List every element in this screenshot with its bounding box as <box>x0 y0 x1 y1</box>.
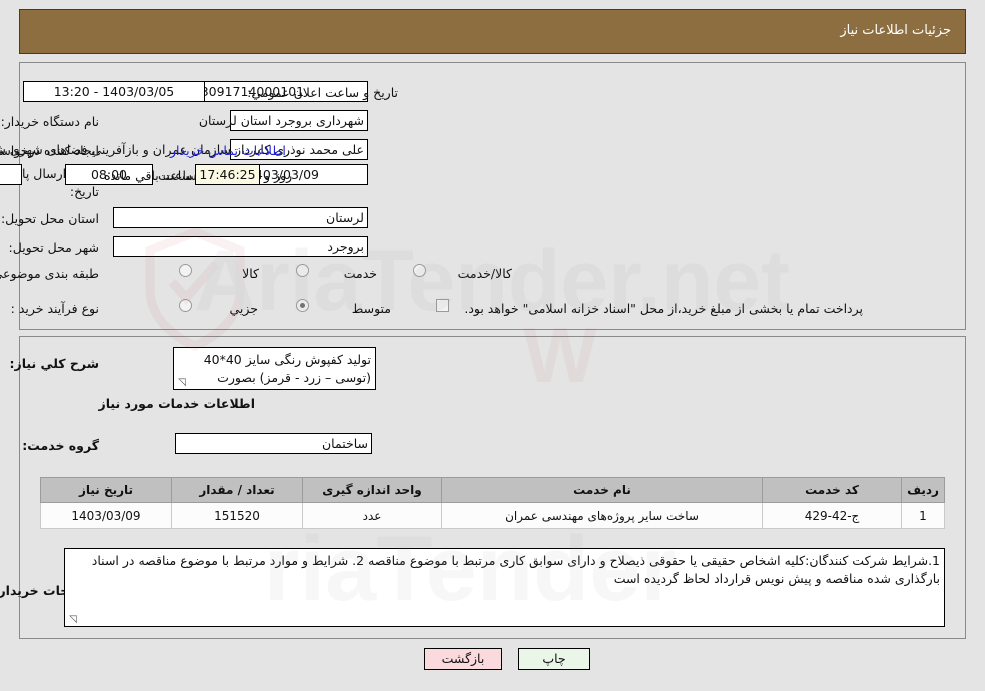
col-date: تاریخ نیاز <box>40 477 172 503</box>
col-quantity: تعداد / مقدار <box>171 477 303 503</box>
cell-code: ج-42-429 <box>762 502 902 529</box>
services-table: ردیف کد خدمت نام خدمت واحد اندازه گیری ت… <box>40 477 945 529</box>
days-remaining-field[interactable]: 3 <box>0 164 22 185</box>
cell-row: 1 <box>901 502 945 529</box>
buyer-org-label: نام دستگاه خریدار: <box>0 114 99 129</box>
category-label: طبقه بندی موضوعی: <box>0 266 99 281</box>
buyer-contact-link[interactable]: اطلاعات تماس خریدار <box>170 143 286 158</box>
radio-process-jozi[interactable] <box>179 299 192 312</box>
description-label: شرح كلي نياز: <box>9 356 99 371</box>
countdown-field: 17:46:25 <box>195 164 260 185</box>
buyer-org-field[interactable]: شهرداری بروجرد استان لرستان <box>199 110 368 131</box>
page-header-bar: جزئیات اطلاعات نیاز <box>19 9 966 54</box>
category-option-kala-khedmat: کالا/خدمت <box>457 266 512 281</box>
remaining-label: ساعت باقي مانده <box>104 168 197 183</box>
category-option-kala: کالا <box>242 266 259 281</box>
col-unit: واحد اندازه گیری <box>302 477 442 503</box>
treasury-checkbox[interactable] <box>436 299 449 312</box>
back-button[interactable]: بازگشت <box>424 648 502 670</box>
cell-unit: عدد <box>302 502 442 529</box>
service-group-field[interactable]: ساختمان <box>175 433 372 454</box>
cell-date: 1403/03/09 <box>40 502 172 529</box>
page-root: AriaTender.net W riaTender جزئیات اطلاعا… <box>0 0 985 691</box>
treasury-note-label: پرداخت تمام یا بخشی از مبلغ خرید،از محل … <box>464 301 863 316</box>
services-section-title: اطلاعات خدمات مورد نیاز <box>98 396 256 411</box>
service-group-label: گروه خدمت: <box>22 438 99 453</box>
radio-process-motevaset[interactable] <box>296 299 309 312</box>
city-label: شهر محل تحویل: <box>8 240 99 255</box>
process-option-motevaset: متوسط <box>351 301 391 316</box>
resize-grip-icon[interactable]: ◹ <box>176 378 186 388</box>
deadline-label-line2: تاریخ: <box>69 184 99 199</box>
buyer-notes-textarea[interactable]: 1.شرایط شرکت کنندگان:کلیه اشخاص حقیقی یا… <box>64 548 945 627</box>
radio-category-kala[interactable] <box>179 264 192 277</box>
col-code: کد خدمت <box>762 477 902 503</box>
description-text: تولید کفپوش رنگی سایز 40*40 (توسی – زرد … <box>203 352 371 389</box>
need-info-panel <box>19 62 966 330</box>
days-label: روز و <box>264 168 293 183</box>
province-label: استان محل تحویل: <box>0 211 99 226</box>
cell-quantity: 151520 <box>171 502 303 529</box>
description-textarea[interactable]: تولید کفپوش رنگی سایز 40*40 (توسی – زرد … <box>173 347 376 390</box>
table-row[interactable]: 1 ج-42-429 ساخت سایر پروژه‌های مهندسی عم… <box>40 502 945 529</box>
province-field[interactable]: لرستان <box>113 207 368 228</box>
category-option-khedmat: خدمت <box>343 266 377 281</box>
cell-name: ساخت سایر پروژه‌های مهندسی عمران <box>441 502 763 529</box>
city-field[interactable]: بروجرد <box>113 236 368 257</box>
buyer-notes-text: 1.شرایط شرکت کنندگان:کلیه اشخاص حقیقی یا… <box>91 553 940 586</box>
radio-category-kala-khedmat[interactable] <box>413 264 426 277</box>
announce-field[interactable]: 1403/03/05 - 13:20 <box>23 81 205 102</box>
process-option-jozi: جزیي <box>229 301 258 316</box>
announce-label: تاریخ و ساعت اعلان عمومي: <box>247 85 398 100</box>
process-label: نوع فرآیند خرید : <box>10 301 99 316</box>
radio-category-khedmat[interactable] <box>296 264 309 277</box>
page-title: جزئیات اطلاعات نیاز <box>840 23 951 38</box>
print-button[interactable]: چاپ <box>518 648 590 670</box>
col-name: نام خدمت <box>441 477 763 503</box>
resize-grip-icon-notes[interactable]: ◹ <box>67 615 77 625</box>
col-row: ردیف <box>901 477 945 503</box>
table-header-row: ردیف کد خدمت نام خدمت واحد اندازه گیری ت… <box>40 477 945 503</box>
